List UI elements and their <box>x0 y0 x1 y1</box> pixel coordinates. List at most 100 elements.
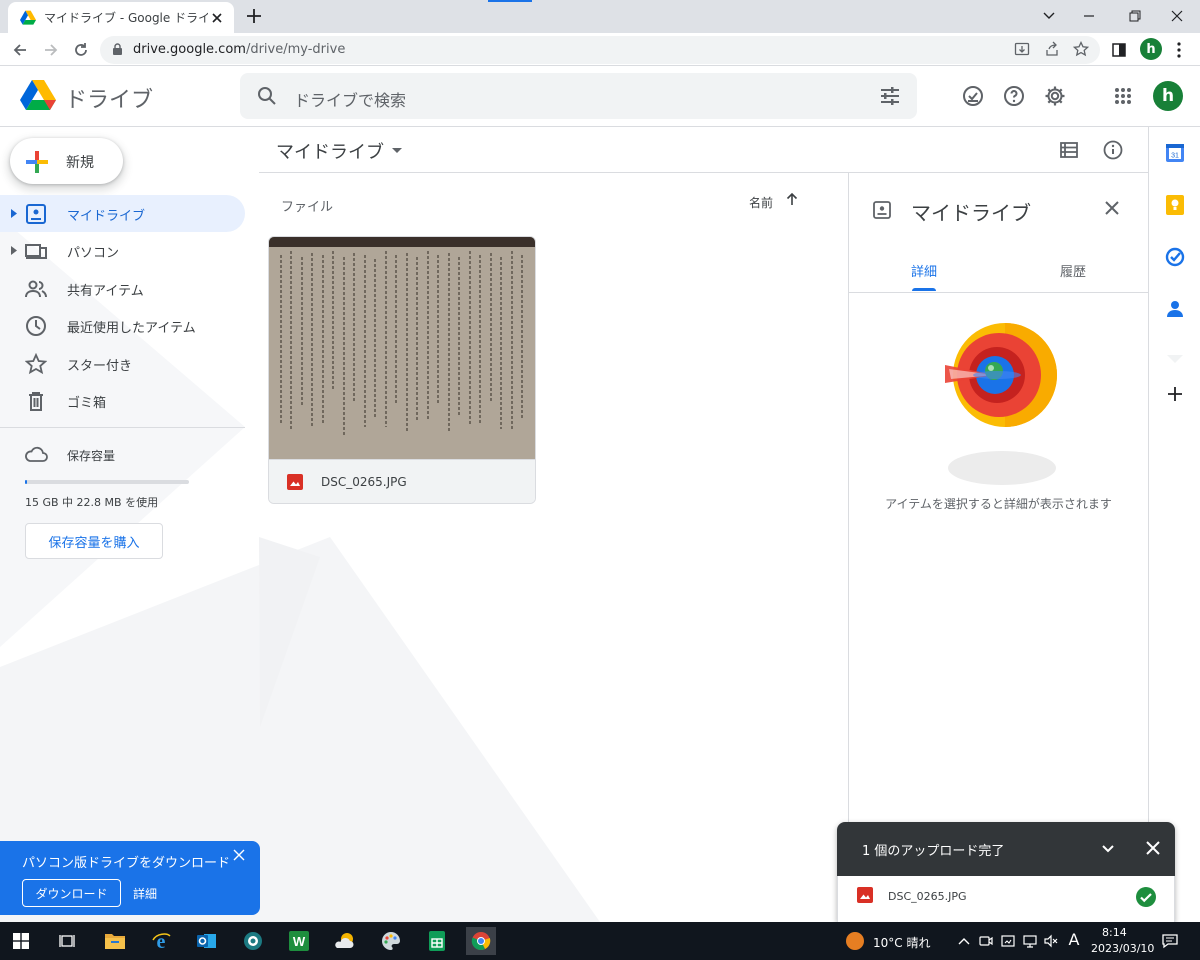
my-drive-icon <box>873 201 891 219</box>
my-drive-icon <box>25 203 47 225</box>
sidebar-item-starred[interactable]: スター付き <box>0 345 245 382</box>
url-bar[interactable]: drive.google.com/drive/my-drive <box>100 36 1100 64</box>
file-explorer-icon[interactable] <box>100 927 130 955</box>
details-panel: マイドライブ 詳細 履歴 アイテムを選択すると詳細が表示されます <box>848 173 1148 922</box>
expand-caret-icon[interactable] <box>11 246 17 255</box>
file-name-row[interactable]: DSC_0265.JPG <box>269 459 535 503</box>
offline-ready-icon[interactable] <box>960 83 986 109</box>
image-file-icon <box>287 474 303 490</box>
clock-date[interactable]: 2023/03/10 <box>1091 942 1154 955</box>
internet-explorer-icon[interactable]: e <box>146 927 176 955</box>
tasks-icon[interactable] <box>1165 247 1185 267</box>
trash-icon <box>25 390 47 412</box>
maps-app-icon[interactable] <box>238 927 268 955</box>
url-text: drive.google.com/drive/my-drive <box>133 42 346 57</box>
sidebar-item-trash[interactable]: ゴミ箱 <box>0 382 245 419</box>
search-options-icon[interactable] <box>879 85 901 107</box>
drive-sync-icon[interactable] <box>1000 933 1016 949</box>
image-file-icon <box>857 887 873 903</box>
contacts-icon[interactable] <box>1165 299 1185 319</box>
tab-history[interactable]: 履歴 <box>1060 261 1086 280</box>
account-avatar[interactable]: h <box>1153 81 1183 111</box>
check-circle-icon <box>1136 887 1156 907</box>
list-view-icon[interactable] <box>1057 138 1081 162</box>
forward-icon[interactable] <box>40 39 62 61</box>
upload-file-name: DSC_0265.JPG <box>888 890 967 903</box>
task-view-icon[interactable] <box>52 927 82 955</box>
notification-icon[interactable] <box>1162 933 1178 949</box>
browser-profile-avatar[interactable]: h <box>1140 38 1162 60</box>
sidebar-item-shared[interactable]: 共有アイテム <box>0 270 245 307</box>
ime-indicator[interactable]: A <box>1066 930 1082 949</box>
side-panel-icon[interactable] <box>1108 39 1130 61</box>
bookmark-star-icon[interactable] <box>1073 41 1091 59</box>
file-thumbnail[interactable] <box>269 237 535 459</box>
browser-menu-icon[interactable] <box>1168 39 1190 61</box>
apps-grid-icon[interactable] <box>1110 83 1136 109</box>
weather-text[interactable]: 10°C 晴れ <box>873 934 930 951</box>
info-icon[interactable] <box>1101 138 1125 162</box>
download-button[interactable]: ダウンロード <box>22 879 121 907</box>
sort-ascending-icon[interactable] <box>785 192 799 206</box>
chrome-app-icon[interactable] <box>466 927 496 955</box>
sidebar-item-computers[interactable]: パソコン <box>0 232 245 269</box>
active-tab-indicator <box>912 288 936 291</box>
new-button[interactable]: 新規 <box>10 138 123 184</box>
chevron-down-icon[interactable] <box>1100 840 1116 856</box>
file-card[interactable]: DSC_0265.JPG <box>268 236 536 504</box>
reload-icon[interactable] <box>70 39 92 61</box>
outlook-icon[interactable] <box>192 927 222 955</box>
help-icon[interactable] <box>1001 83 1027 109</box>
weather-app-icon[interactable] <box>330 927 360 955</box>
close-icon[interactable] <box>1145 840 1161 856</box>
back-icon[interactable] <box>9 39 31 61</box>
new-button-label: 新規 <box>66 155 94 171</box>
paint-app-icon[interactable] <box>376 927 406 955</box>
volume-muted-icon[interactable] <box>1043 933 1059 949</box>
empty-details-message: アイテムを選択すると詳細が表示されます <box>885 497 1112 511</box>
settings-gear-icon[interactable] <box>1042 83 1068 109</box>
search-icon[interactable] <box>256 85 278 107</box>
files-section-header: ファイル <box>281 200 334 215</box>
lock-icon[interactable] <box>112 43 123 56</box>
restore-icon[interactable] <box>1124 5 1146 27</box>
minimize-icon[interactable] <box>1078 5 1100 27</box>
tab-details[interactable]: 詳細 <box>911 261 937 280</box>
promo-detail-link[interactable]: 詳細 <box>133 885 157 902</box>
browser-tab[interactable]: マイドライブ - Google ドライブ <box>8 2 234 33</box>
search-input[interactable]: ドライブで検索 <box>240 73 917 119</box>
close-icon[interactable] <box>1104 200 1120 216</box>
network-icon[interactable] <box>1022 933 1038 949</box>
meet-now-icon[interactable] <box>978 933 994 949</box>
storage-usage-text: 15 GB 中 22.8 MB を使用 <box>25 496 159 509</box>
expand-caret-icon[interactable] <box>11 209 17 218</box>
upload-item[interactable]: DSC_0265.JPG <box>837 876 1175 922</box>
share-icon[interactable] <box>1044 41 1062 59</box>
chevron-down-icon[interactable] <box>392 148 402 154</box>
clock-icon <box>25 315 47 337</box>
drive-logo-icon[interactable] <box>20 79 56 111</box>
plus-icon <box>24 149 50 175</box>
sidebar-item-my-drive[interactable]: マイドライブ <box>0 195 245 232</box>
window-close-icon[interactable] <box>1166 5 1188 27</box>
new-tab-icon[interactable] <box>244 6 264 26</box>
sidebar-item-label: ゴミ箱 <box>67 396 107 411</box>
buy-storage-button[interactable]: 保存容量を購入 <box>25 523 163 559</box>
close-icon[interactable] <box>233 849 245 861</box>
page-title[interactable]: マイドライブ <box>276 138 384 164</box>
install-icon[interactable] <box>1014 41 1032 59</box>
add-addon-icon[interactable] <box>1165 384 1185 404</box>
sort-label[interactable]: 名前 <box>749 194 773 211</box>
tab-search-icon[interactable] <box>1038 5 1060 27</box>
word-processor-icon[interactable]: W <box>284 927 314 955</box>
calendar-icon[interactable]: 31 <box>1165 143 1185 163</box>
clock-time[interactable]: 8:14 <box>1102 926 1127 939</box>
windows-start-icon[interactable] <box>6 927 36 955</box>
breadcrumb[interactable]: マイドライブ <box>276 138 402 164</box>
spreadsheet-app-icon[interactable] <box>422 927 452 955</box>
tray-expand-icon[interactable] <box>956 933 972 949</box>
weather-sun-icon[interactable] <box>846 932 864 950</box>
tab-close-icon[interactable] <box>208 9 226 27</box>
sidebar-item-recent[interactable]: 最近使用したアイテム <box>0 307 245 344</box>
keep-icon[interactable] <box>1165 195 1185 215</box>
